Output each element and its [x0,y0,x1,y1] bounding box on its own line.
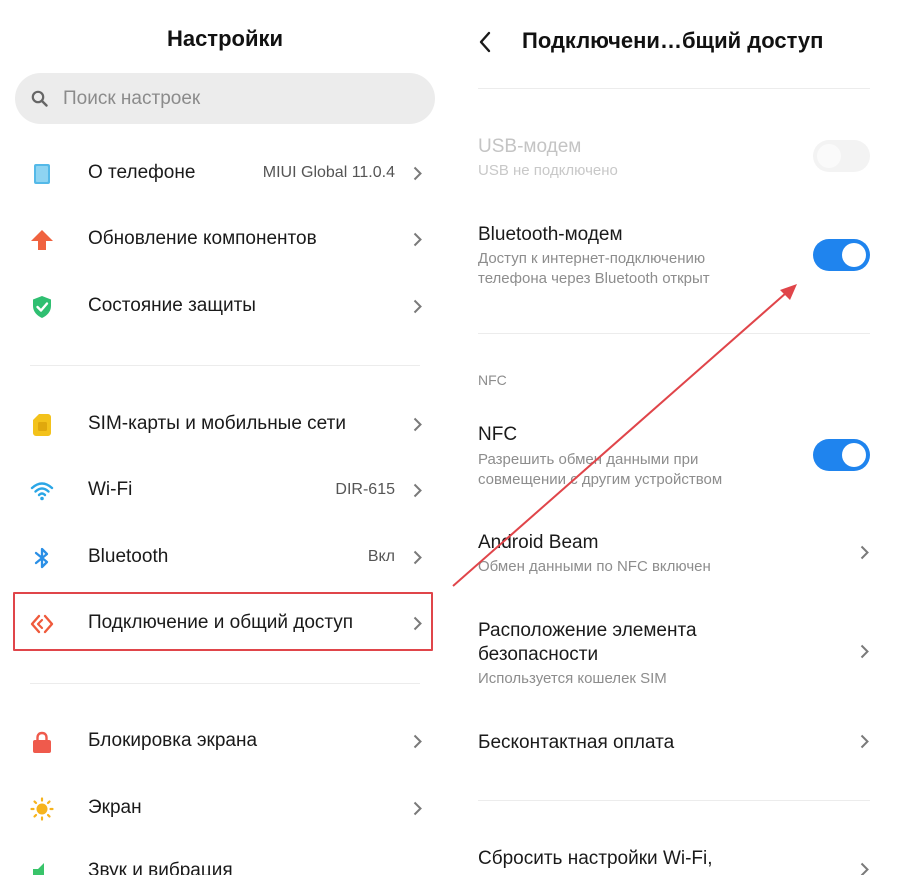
settings-item-security-status[interactable]: Состояние защиты [0,277,450,337]
settings-item-label: Экран [88,797,142,818]
shield-check-icon [33,296,51,318]
section-header-nfc: NFC [478,372,507,388]
nfc-subtitle-1: Разрешить обмен данными при [478,451,699,468]
android-beam-title: Android Beam [478,532,599,553]
reset-wifi-title: Сбросить настройки Wi-Fi, [478,848,713,869]
bluetooth-icon [34,547,49,569]
secure-element-subtitle: Используется кошелек SIM [478,670,667,687]
settings-item-label: Wi-Fi [88,479,133,500]
chevron-right-icon [413,166,422,181]
brightness-icon [30,797,54,821]
chevron-right-icon [860,545,869,560]
bluetooth-tethering-title: Bluetooth-модем [478,224,623,245]
settings-item-label: SIM-карты и мобильные сети [88,413,346,434]
page-title: Подключени…бщий доступ [522,28,824,53]
bluetooth-tethering-subtitle-1: Доступ к интернет-подключению [478,250,706,267]
settings-item-lock-screen[interactable]: Блокировка экрана [0,712,450,772]
settings-item-label: Bluetooth [88,546,169,567]
usb-tethering-toggle [813,140,870,172]
connection-sharing-pane: Подключени…бщий доступ USB-модем USB не … [450,0,900,875]
chevron-right-icon [413,483,422,498]
nfc-title: NFC [478,424,518,445]
chevron-right-icon [413,550,422,565]
settings-item-label: О телефоне [88,162,196,183]
chevron-right-icon [860,734,869,749]
chevron-right-icon [413,801,422,816]
usb-tethering-subtitle: USB не подключено [478,162,618,179]
toggle-knob [842,243,866,267]
settings-item-label: Звук и вибрация [88,860,233,875]
speaker-icon [33,863,44,875]
contactless-payment-title: Бесконтактная оплата [478,732,675,753]
bluetooth-tethering-subtitle-2: телефона через Bluetooth открыт [478,270,710,287]
settings-item-sim-networks[interactable]: SIM-карты и мобильные сети [0,395,450,455]
chevron-right-icon [413,734,422,749]
phone-icon [34,164,50,184]
search-input[interactable]: Поиск настроек [15,73,435,124]
usb-tethering-title: USB-модем [478,136,582,157]
back-arrow-icon[interactable] [478,30,492,54]
settings-item-bluetooth[interactable]: Bluetooth Вкл [0,528,450,588]
update-arrow-icon [31,230,53,250]
settings-item-value: DIR-615 [335,481,395,498]
secure-element-title-2: безопасности [478,644,599,665]
settings-item-updates[interactable]: Обновление компонентов [0,210,450,270]
android-beam-subtitle: Обмен данными по NFC включен [478,558,711,575]
settings-item-sound[interactable]: Звук и вибрация [0,842,450,875]
wifi-icon [30,482,54,501]
chevron-right-icon [860,862,869,875]
settings-item-label: Состояние защиты [88,295,256,316]
chevron-right-icon [413,417,422,432]
toggle-knob [817,144,841,168]
settings-item-value: MIUI Global 11.0.4 [262,164,395,181]
bluetooth-tethering-toggle[interactable] [813,239,870,271]
sim-card-icon [33,414,51,436]
nfc-toggle[interactable] [813,439,870,471]
divider [478,333,870,334]
settings-item-value: Вкл [367,548,395,565]
search-icon [31,90,48,107]
lock-icon [33,731,51,753]
toggle-knob [842,443,866,467]
page-title: Настройки [166,26,284,51]
divider [478,800,870,801]
divider [478,88,870,89]
search-placeholder: Поиск настроек [63,88,201,109]
secure-element-title-1: Расположение элемента [478,620,697,641]
settings-item-display[interactable]: Экран [0,779,450,839]
settings-item-wifi[interactable]: Wi-Fi DIR-615 [0,461,450,521]
settings-item-label: Обновление компонентов [88,228,317,249]
chevron-right-icon [413,299,422,314]
nfc-subtitle-2: совмещении с другим устройством [478,471,723,488]
chevron-right-icon [860,644,869,659]
divider [30,683,420,684]
divider [30,365,420,366]
highlight-box [13,592,433,651]
settings-item-about-phone[interactable]: О телефоне MIUI Global 11.0.4 [0,144,450,204]
chevron-right-icon [413,232,422,247]
settings-pane: Настройки Поиск настроек О телефоне MIUI… [0,0,450,875]
settings-item-label: Блокировка экрана [88,730,258,751]
